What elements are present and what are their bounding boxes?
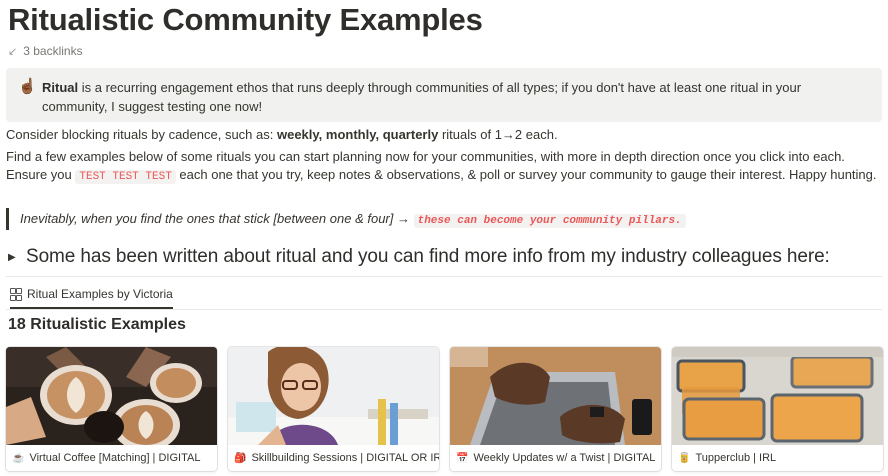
- database-view-tabs: Ritual Examples by Victoria: [6, 283, 882, 310]
- pointing-hand-icon: ☝🏾: [18, 78, 37, 95]
- callout-text: Ritual is a recurring engagement ethos t…: [42, 78, 868, 122]
- card-title-text: Tupperclub | IRL: [695, 452, 777, 464]
- database-title[interactable]: 18 Ritualistic Examples: [8, 316, 186, 334]
- card-cover-image: [672, 347, 883, 445]
- gallery-card[interactable]: ☕ Virtual Coffee [Matching] | DIGITAL: [6, 347, 217, 471]
- toggle-triangle-icon[interactable]: ▶: [8, 252, 16, 263]
- card-title-text: Virtual Coffee [Matching] | DIGITAL: [29, 452, 201, 464]
- coffee-icon: ☕: [12, 452, 25, 464]
- backlinks-label: 3 backlinks: [23, 44, 83, 58]
- cadence-text: Consider blocking rituals by cadence, su…: [6, 127, 277, 142]
- tab-label: Ritual Examples by Victoria: [27, 287, 173, 301]
- calendar-icon: 📅: [456, 452, 469, 464]
- cadence-bold: weekly, monthly, quarterly: [276, 127, 439, 142]
- toggle-heading[interactable]: ▶ Some has been written about ritual and…: [8, 246, 830, 268]
- inline-code: TEST TEST TEST: [75, 170, 176, 184]
- callout-block[interactable]: ☝🏾 Ritual is a recurring engagement etho…: [6, 68, 882, 122]
- card-cover-image: [450, 347, 661, 445]
- quote-inline-code: these can become your community pillars.: [413, 214, 686, 228]
- callout-body: is a recurring engagement ethos that run…: [42, 80, 802, 114]
- gallery: ☕ Virtual Coffee [Matching] | DIGITAL 🎒 …: [6, 347, 883, 471]
- page-title: Ritualistic Community Examples: [8, 2, 483, 37]
- examples-text-end: each one that you try, keep notes & obse…: [175, 167, 877, 182]
- examples-paragraph[interactable]: Find a few examples below of some ritual…: [6, 148, 882, 186]
- card-cover-image: [6, 347, 217, 445]
- quote-block[interactable]: Inevitably, when you find the ones that …: [6, 208, 686, 230]
- callout-bold: Ritual: [42, 80, 79, 95]
- card-title: 🎒 Skillbuilding Sessions | DIGITAL OR IR…: [228, 445, 439, 471]
- gallery-card[interactable]: 🎒 Skillbuilding Sessions | DIGITAL OR IR…: [228, 347, 439, 471]
- card-cover-image: [228, 347, 439, 445]
- card-title: 🥫 Tupperclub | IRL: [672, 445, 883, 471]
- card-title-text: Skillbuilding Sessions | DIGITAL OR IRL: [251, 452, 439, 464]
- card-title-text: Weekly Updates w/ a Twist | DIGITAL: [473, 452, 656, 464]
- can-icon: 🥫: [678, 452, 691, 464]
- gallery-card[interactable]: 📅 Weekly Updates w/ a Twist | DIGITAL: [450, 347, 661, 471]
- tab-ritual-examples[interactable]: Ritual Examples by Victoria: [10, 287, 173, 309]
- gallery-icon: [10, 287, 22, 301]
- gallery-card[interactable]: 🥫 Tupperclub | IRL: [672, 347, 883, 471]
- backpack-icon: 🎒: [234, 452, 247, 464]
- divider: [6, 276, 882, 277]
- backlinks-link[interactable]: ↙ 3 backlinks: [8, 44, 83, 58]
- quote-text: Inevitably, when you find the ones that …: [20, 211, 414, 226]
- toggle-heading-label: Some has been written about ritual and y…: [26, 246, 830, 267]
- cadence-text-end: rituals of 1→2 each.: [438, 127, 558, 142]
- backlink-arrow-icon: ↙: [8, 45, 18, 58]
- card-title: ☕ Virtual Coffee [Matching] | DIGITAL: [6, 445, 217, 471]
- cadence-paragraph[interactable]: Consider blocking rituals by cadence, su…: [6, 126, 882, 144]
- card-title: 📅 Weekly Updates w/ a Twist | DIGITAL: [450, 445, 661, 471]
